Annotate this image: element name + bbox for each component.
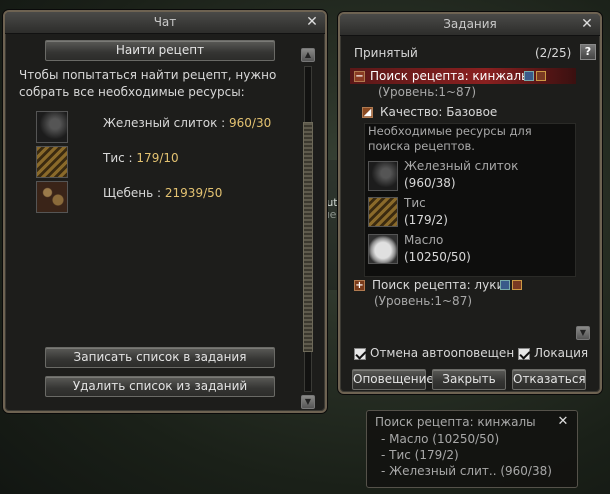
quests-title: Задания [443, 17, 497, 31]
reject-button[interactable]: Отказаться [512, 369, 586, 390]
auto-notify-label: Отмена автооповещен [370, 346, 515, 360]
chat-titlebar[interactable]: Чат ✕ [5, 12, 325, 34]
iron-ingot-icon [368, 161, 398, 191]
resource-row: Железный слиток : 960/30 [103, 116, 271, 130]
resource-count: 21939/50 [164, 186, 223, 200]
quests-window: Задания ✕ Принятый (2/25) ? − Поиск реце… [338, 12, 602, 394]
quest1-name[interactable]: Поиск рецепта: кинжалы [370, 69, 531, 83]
collapse-icon[interactable]: − [354, 71, 365, 82]
help-icon[interactable]: ? [580, 44, 596, 60]
quest-item-count: (960/38) [404, 176, 456, 190]
find-recipe-button[interactable]: Наити рецепт [45, 40, 275, 61]
chat-scroll-up-button[interactable]: ▲ [301, 48, 315, 62]
chat-close-icon[interactable]: ✕ [304, 13, 320, 31]
close-button[interactable]: Закрыть [432, 369, 506, 390]
oil-icon [368, 234, 398, 264]
chat-title: Чат [153, 15, 177, 29]
quality-expand-icon[interactable]: ◢ [362, 107, 373, 118]
resource-name: Тис : [103, 151, 133, 165]
help-icon-label: ? [584, 45, 592, 58]
quest2-level: (Уровень:1~87) [374, 294, 473, 308]
party-icon [500, 280, 510, 290]
tracker-line: - Тис (179/2) [381, 448, 459, 462]
gravel-icon [36, 181, 68, 213]
expand-icon[interactable]: + [354, 280, 365, 291]
quest1-level: (Уровень:1~87) [378, 85, 477, 99]
iron-ingot-icon [36, 111, 68, 143]
chat-scroll-thumb[interactable] [303, 122, 313, 352]
tracker-close-icon[interactable]: ✕ [555, 413, 571, 431]
auto-notify-checkbox[interactable] [354, 348, 366, 360]
chat-scroll-down-button[interactable]: ▼ [301, 395, 315, 409]
tracker-line: - Железный слит.. (960/38) [381, 464, 552, 478]
resource-count: 960/30 [229, 116, 272, 130]
quests-titlebar[interactable]: Задания ✕ [340, 14, 600, 36]
quests-close-icon[interactable]: ✕ [579, 15, 595, 33]
resource-row: Тис : 179/10 [103, 151, 179, 165]
quest-item-name: Железный слиток [404, 159, 519, 173]
tracker-line: - Масло (10250/50) [381, 432, 500, 446]
resource-name: Щебень : [103, 186, 162, 200]
yew-icon [36, 146, 68, 178]
quest2-name[interactable]: Поиск рецепта: луки [372, 278, 504, 292]
resource-name: Железный слиток : [103, 116, 226, 130]
resource-count: 179/10 [136, 151, 179, 165]
quest-tracker: Поиск рецепта: кинжалы ✕ - Масло (10250/… [366, 410, 578, 488]
quest-item-count: (179/2) [404, 213, 448, 227]
quality-label: Качество: Базовое [380, 105, 498, 119]
repeat-icon [536, 71, 546, 81]
quest-item-count: (10250/50) [404, 250, 471, 264]
tracker-title: Поиск рецепта: кинжалы [375, 415, 536, 429]
yew-icon [368, 197, 398, 227]
location-checkbox[interactable] [518, 348, 530, 360]
chat-window: Чат ✕ Наити рецепт Чтобы попытаться найт… [3, 10, 327, 413]
party-icon [524, 71, 534, 81]
quest-item-name: Масло [404, 233, 444, 247]
accepted-label: Принятый [354, 46, 418, 60]
notify-button[interactable]: Оповещение [352, 369, 434, 390]
quest-count: (2/25) [535, 46, 572, 60]
quest-item-name: Тис [404, 196, 426, 210]
add-to-quests-button[interactable]: Записать список в задания [45, 347, 275, 368]
chat-instruction: Чтобы попытаться найти рецепт, нужно соб… [19, 68, 277, 99]
quests-scroll-down-button[interactable]: ▼ [576, 326, 590, 340]
location-label: Локация [534, 346, 589, 360]
remove-from-quests-button[interactable]: Удалить список из заданий [45, 376, 275, 397]
repeat-icon [512, 280, 522, 290]
required-resources-text: Необходимые ресурсы для поиска рецептов. [368, 124, 532, 153]
resource-row: Щебень : 21939/50 [103, 186, 222, 200]
